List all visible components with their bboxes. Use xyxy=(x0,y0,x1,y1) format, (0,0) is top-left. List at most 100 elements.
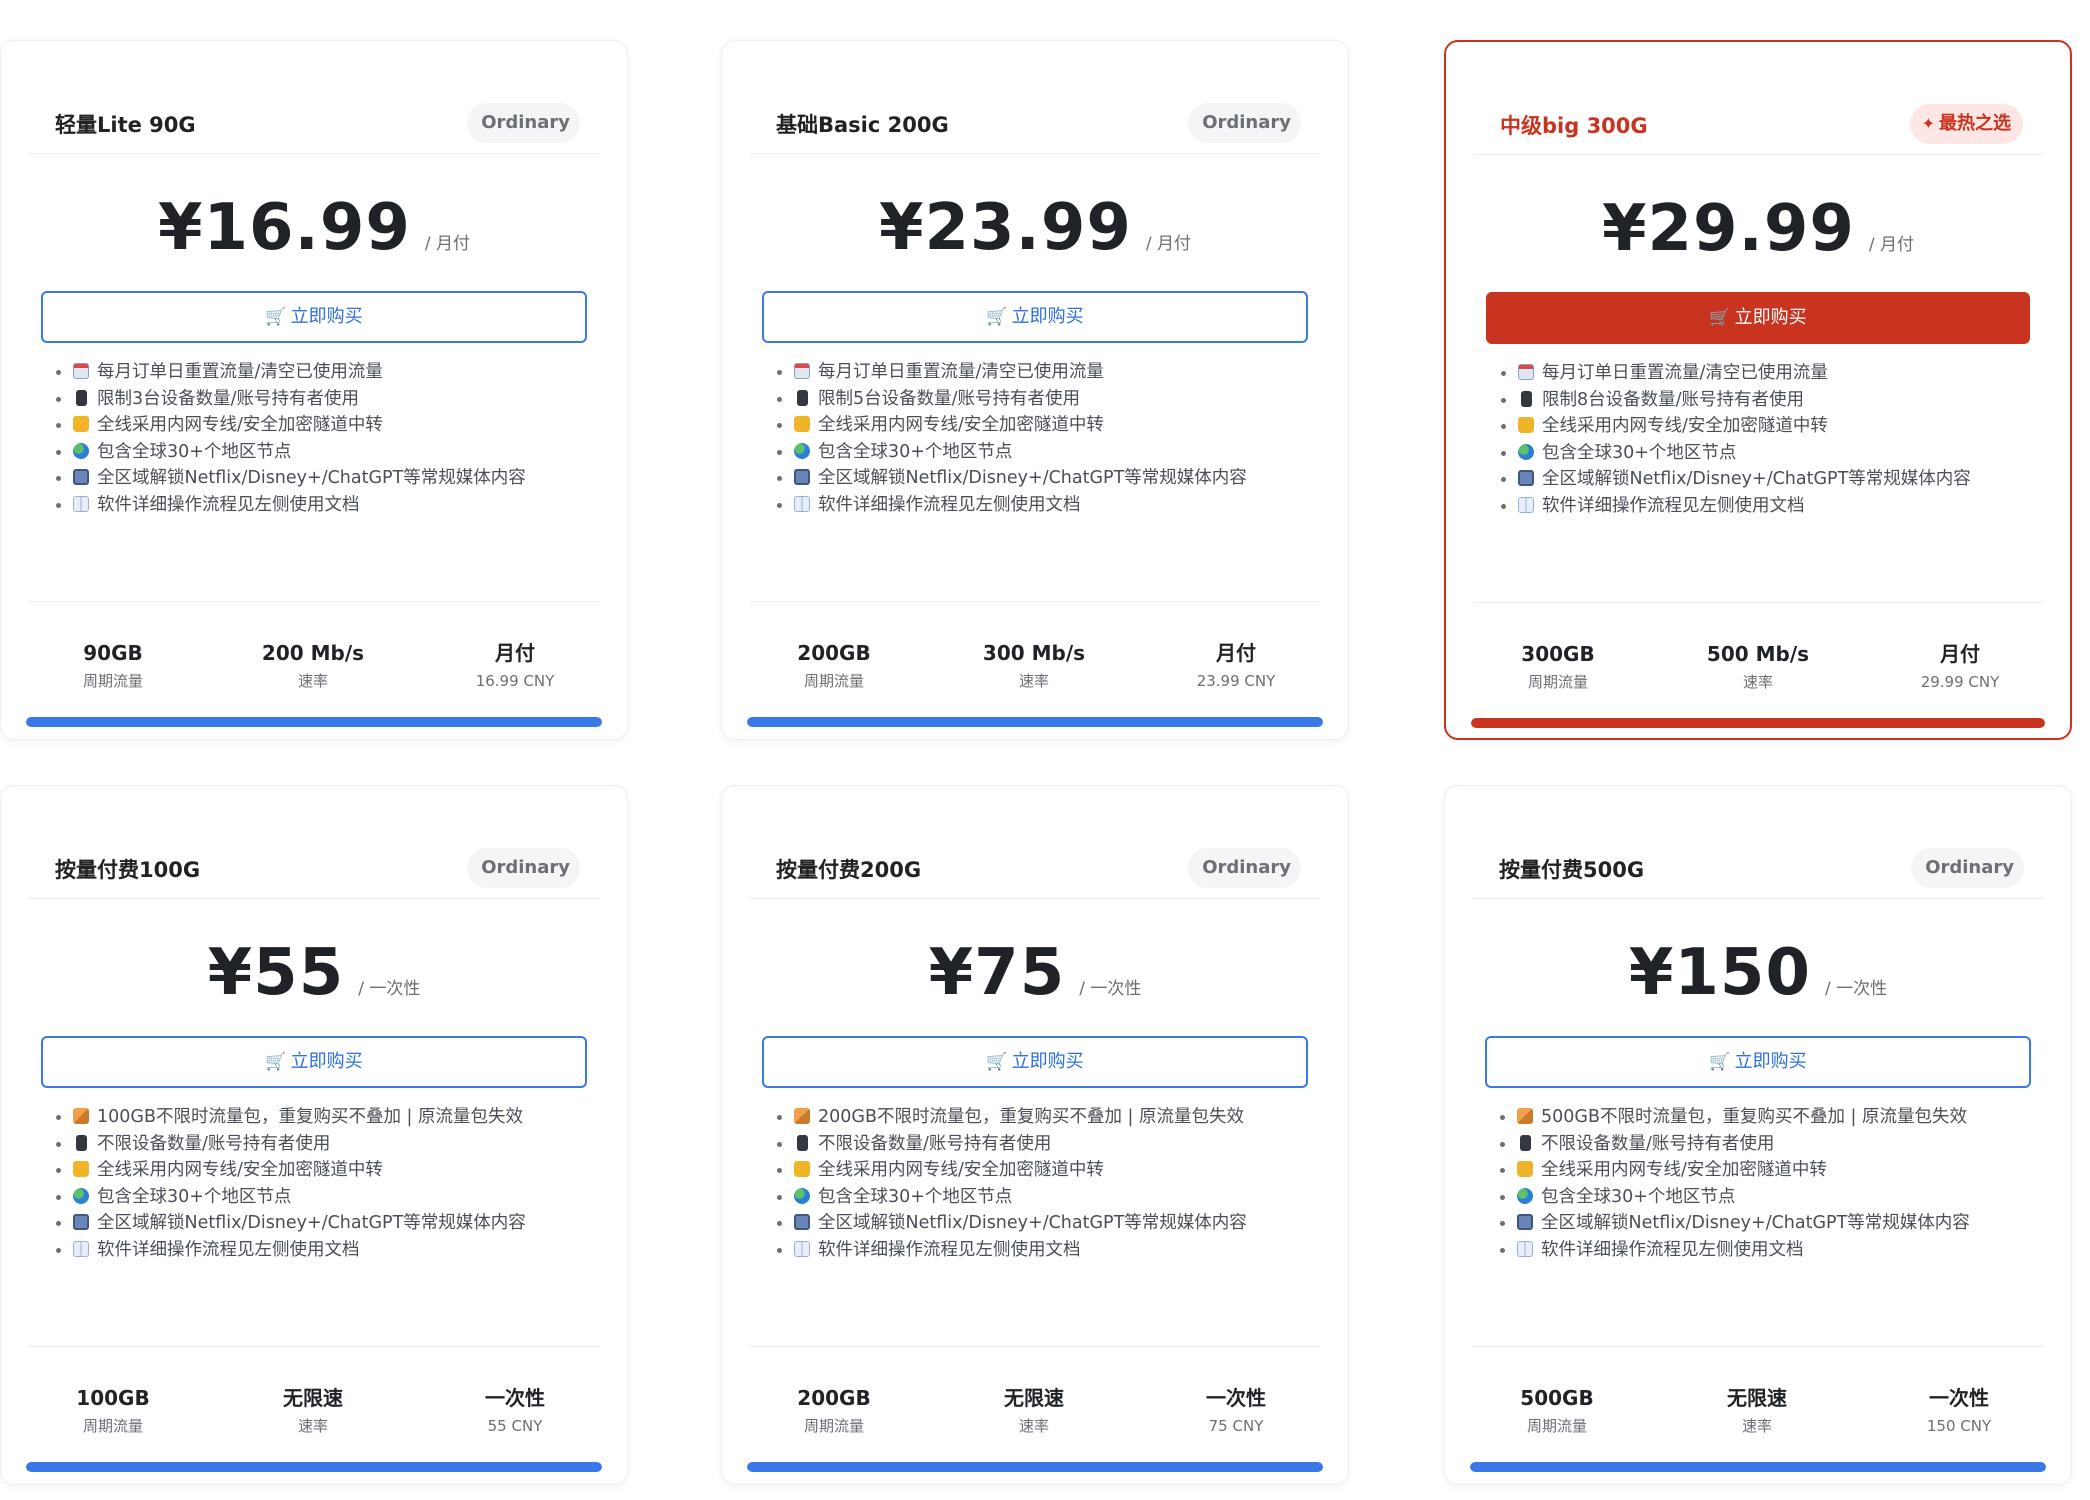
stat-speed: 200 Mb/s 速率 xyxy=(223,639,403,695)
cart-icon: 🛒 xyxy=(1709,308,1731,328)
stat-speed-value: 无限速 xyxy=(283,1386,343,1410)
feature-list: 每月订单日重置流量/清空已使用流量限制5台设备数量/账号持有者使用 全线采用内网专… xyxy=(777,359,1247,518)
plan-price: ¥23.99 xyxy=(878,191,1132,265)
feature-item: 包含全球30+个地区节点 xyxy=(777,1184,1247,1211)
feature-item: 包含全球30+个地区节点 xyxy=(777,439,1247,466)
lock-icon xyxy=(73,416,89,432)
plan-period: / 月付 xyxy=(1868,235,1915,255)
feature-item: 全线采用内网专线/安全加密隧道中转 xyxy=(1500,1157,1970,1184)
stat-billing: 月付 23.99 CNY xyxy=(1146,639,1326,695)
plan-card-header: 中级big 300G ✦ 最热之选 xyxy=(1473,82,2043,155)
plan-price: ¥75 xyxy=(928,936,1066,1010)
feature-item: 全线采用内网专线/安全加密隧道中转 xyxy=(56,1157,526,1184)
feature-text: 每月订单日重置流量/清空已使用流量 xyxy=(1542,363,1828,383)
stat-billing-amount: 23.99 CNY xyxy=(1196,672,1276,690)
progress-bar xyxy=(747,717,1323,727)
book-icon xyxy=(73,495,89,512)
stat-billing: 一次性 75 CNY xyxy=(1146,1384,1326,1440)
stat-speed: 无限速 速率 xyxy=(1667,1384,1847,1440)
lock-icon xyxy=(1517,1161,1533,1177)
feature-text: 全区域解锁Netflix/Disney+/ChatGPT等常规媒体内容 xyxy=(818,1213,1247,1233)
stat-speed: 无限速 速率 xyxy=(223,1384,403,1440)
feature-text: 每月订单日重置流量/清空已使用流量 xyxy=(97,362,383,382)
plan-period: / 一次性 xyxy=(358,979,421,999)
plan-price: ¥16.99 xyxy=(157,191,411,265)
stat-speed: 500 Mb/s 速率 xyxy=(1668,640,1848,696)
feature-item: 全区域解锁Netflix/Disney+/ChatGPT等常规媒体内容 xyxy=(777,465,1247,492)
feature-text: 全线采用内网专线/安全加密隧道中转 xyxy=(1542,416,1828,436)
stat-billing-value: 一次性 xyxy=(1206,1386,1266,1410)
stat-traffic-label: 周期流量 xyxy=(1527,673,1588,691)
stat-speed-label: 速率 xyxy=(1741,1417,1772,1435)
plan-badge-text: Ordinary xyxy=(1202,112,1291,133)
feature-item: 每月订单日重置流量/清空已使用流量 xyxy=(56,359,526,386)
stat-traffic: 300GB 周期流量 xyxy=(1468,640,1648,696)
plan-card-header: 基础Basic 200G Ordinary xyxy=(749,81,1321,154)
feature-item: 软件详细操作流程见左侧使用文档 xyxy=(1500,1237,1970,1264)
stat-speed-value: 无限速 xyxy=(1727,1386,1787,1410)
buy-now-button[interactable]: 🛒 立即购买 xyxy=(1486,292,2030,344)
buy-now-button[interactable]: 🛒 立即购买 xyxy=(762,291,1308,343)
stat-billing-value: 月付 xyxy=(495,641,535,665)
feature-text: 100GB不限时流量包，重复购买不叠加 | 原流量包失效 xyxy=(97,1107,523,1127)
plan-name: 中级big 300G xyxy=(1500,114,1648,138)
package-icon xyxy=(1517,1108,1533,1124)
stat-traffic-value: 200GB xyxy=(797,641,871,665)
feature-item: 全区域解锁Netflix/Disney+/ChatGPT等常规媒体内容 xyxy=(1500,1210,1970,1237)
tv-icon xyxy=(73,469,89,485)
buy-now-button[interactable]: 🛒 立即购买 xyxy=(41,291,587,343)
plan-badge-text: Ordinary xyxy=(481,857,570,878)
package-icon xyxy=(794,1108,810,1124)
stat-traffic: 200GB 周期流量 xyxy=(744,1384,924,1440)
feature-item: 软件详细操作流程见左侧使用文档 xyxy=(56,1237,526,1264)
cart-icon: 🛒 xyxy=(265,307,287,327)
globe-icon xyxy=(794,1187,810,1204)
buy-now-label: 立即购买 xyxy=(1011,1051,1084,1072)
globe-icon xyxy=(73,1187,89,1204)
lock-icon xyxy=(1518,417,1534,433)
stat-speed: 无限速 速率 xyxy=(944,1384,1124,1440)
feature-text: 软件详细操作流程见左侧使用文档 xyxy=(1541,1239,1804,1260)
book-icon xyxy=(73,1240,89,1257)
buy-now-button[interactable]: 🛒 立即购买 xyxy=(41,1036,587,1088)
buy-now-label: 立即购买 xyxy=(1734,307,1807,328)
book-icon xyxy=(1518,496,1534,513)
buy-now-label: 立即购买 xyxy=(1011,306,1084,327)
stat-billing-amount: 29.99 CNY xyxy=(1920,673,2000,691)
sparkle-icon: ✦ xyxy=(1921,114,1935,133)
plan-badge: Ordinary xyxy=(467,103,580,143)
feature-item: 不限设备数量/账号持有者使用 xyxy=(777,1131,1247,1158)
lock-icon xyxy=(794,1161,810,1177)
lock-icon xyxy=(794,416,810,432)
feature-text: 包含全球30+个地区节点 xyxy=(818,1186,1013,1207)
feature-text: 全线采用内网专线/安全加密隧道中转 xyxy=(818,1160,1104,1180)
buy-now-button[interactable]: 🛒 立即购买 xyxy=(762,1036,1308,1088)
tv-icon xyxy=(73,1214,89,1230)
plan-period: / 一次性 xyxy=(1824,979,1888,999)
feature-text: 软件详细操作流程见左侧使用文档 xyxy=(818,494,1081,515)
feature-item: 全线采用内网专线/安全加密隧道中转 xyxy=(777,412,1247,439)
feature-text: 不限设备数量/账号持有者使用 xyxy=(97,1133,331,1154)
plan-card-header: 轻量Lite 90G Ordinary xyxy=(28,81,600,154)
feature-item: 限制5台设备数量/账号持有者使用 xyxy=(777,386,1247,413)
price-row: ¥16.99 / 月付 xyxy=(1,191,627,281)
stats-divider xyxy=(1473,602,2043,603)
plan-price: ¥150 xyxy=(1628,936,1811,1010)
stat-traffic-value: 200GB xyxy=(797,1386,871,1410)
feature-text: 不限设备数量/账号持有者使用 xyxy=(818,1133,1052,1154)
progress-bar xyxy=(26,1462,602,1472)
globe-icon xyxy=(1518,443,1534,460)
plan-badge: ✦ 最热之选 xyxy=(1909,104,2023,144)
buy-now-button[interactable]: 🛒 立即购买 xyxy=(1485,1036,2031,1088)
progress-bar-fill xyxy=(747,1462,1323,1472)
stat-billing: 一次性 55 CNY xyxy=(425,1384,605,1440)
feature-item: 限制3台设备数量/账号持有者使用 xyxy=(56,386,526,413)
stat-billing-value: 一次性 xyxy=(1929,1386,1989,1410)
feature-text: 全线采用内网专线/安全加密隧道中转 xyxy=(97,415,383,435)
feature-item: 500GB不限时流量包，重复购买不叠加 | 原流量包失效 xyxy=(1500,1104,1970,1131)
book-icon xyxy=(1517,1240,1533,1257)
price-row: ¥150 / 一次性 xyxy=(1445,936,2071,1026)
feature-text: 每月订单日重置流量/清空已使用流量 xyxy=(818,362,1104,382)
plan-card-1: 基础Basic 200G Ordinary ¥23.99 / 月付 🛒 立即购买 每… xyxy=(721,40,1349,740)
stat-speed-value: 无限速 xyxy=(1004,1386,1064,1410)
